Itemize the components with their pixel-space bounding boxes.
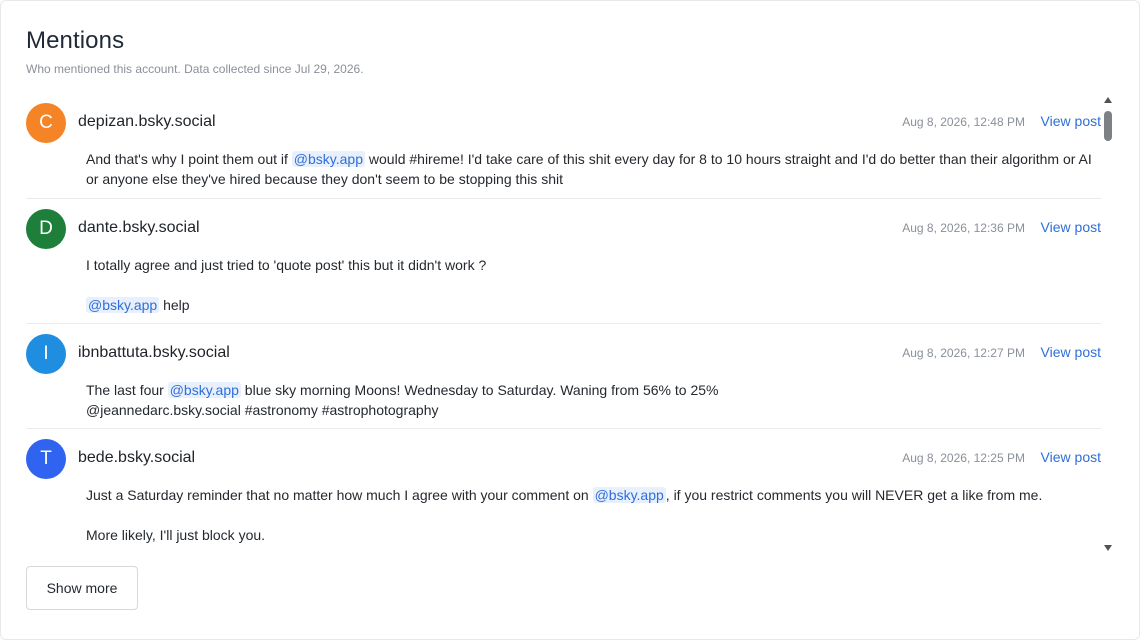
post-text-segment: blue sky morning Moons! Wednesday to Sat…: [240, 382, 719, 398]
post-text-segment: Just a Saturday reminder that no matter …: [86, 487, 593, 503]
avatar[interactable]: D: [26, 209, 66, 249]
post-text: And that's why I point them out if @bsky…: [86, 149, 1101, 189]
view-post-link[interactable]: View post: [1041, 219, 1101, 235]
mention-item: I ibnbattuta.bsky.social Aug 8, 2026, 12…: [26, 324, 1101, 429]
show-more-button[interactable]: Show more: [26, 566, 138, 610]
post-paragraph: Just a Saturday reminder that no matter …: [86, 485, 1101, 505]
post-paragraph: And that's why I point them out if @bsky…: [86, 149, 1101, 189]
avatar[interactable]: C: [26, 103, 66, 143]
post-text-segment: help: [159, 297, 190, 313]
page-title: Mentions: [26, 27, 125, 54]
post-paragraph: @bsky.app help: [86, 295, 1101, 315]
author-handle: ibnbattuta.bsky.social: [78, 344, 230, 361]
post-timestamp: Aug 8, 2026, 12:48 PM: [902, 115, 1025, 129]
mention-item: D dante.bsky.social Aug 8, 2026, 12:36 P…: [26, 199, 1101, 324]
post-timestamp: Aug 8, 2026, 12:25 PM: [902, 451, 1025, 465]
author-handle: depizan.bsky.social: [78, 113, 216, 130]
post-paragraph: I totally agree and just tried to 'quote…: [86, 257, 487, 273]
scrollbar-thumb[interactable]: [1104, 111, 1112, 141]
post-paragraph: More likely, I'll just block you.: [86, 527, 266, 543]
post-text-segment: The last four: [86, 382, 168, 398]
view-post-link[interactable]: View post: [1041, 344, 1101, 360]
post-timestamp: Aug 8, 2026, 12:27 PM: [902, 346, 1025, 360]
mention-tag[interactable]: @bsky.app: [291, 151, 366, 167]
mentions-list[interactable]: C depizan.bsky.social Aug 8, 2026, 12:48…: [26, 93, 1101, 551]
scroll-up-arrow-icon[interactable]: [1104, 97, 1112, 103]
avatar[interactable]: T: [26, 439, 66, 479]
post-text: Just a Saturday reminder that no matter …: [86, 485, 1101, 545]
post-timestamp: Aug 8, 2026, 12:36 PM: [902, 221, 1025, 235]
post-paragraph: The last four @bsky.app blue sky morning…: [86, 380, 1101, 400]
mention-item: C depizan.bsky.social Aug 8, 2026, 12:48…: [26, 93, 1101, 199]
page-subtitle: Who mentioned this account. Data collect…: [26, 62, 364, 76]
mention-tag[interactable]: @bsky.app: [167, 382, 241, 398]
mention-tag[interactable]: @bsky.app: [592, 487, 666, 503]
avatar[interactable]: I: [26, 334, 66, 374]
author-handle: bede.bsky.social: [78, 449, 196, 466]
view-post-link[interactable]: View post: [1041, 449, 1101, 465]
scroll-down-arrow-icon[interactable]: [1104, 545, 1112, 551]
post-text-segment: , if you restrict comments you will NEVE…: [665, 487, 1043, 503]
post-text: The last four @bsky.app blue sky morning…: [86, 380, 1101, 420]
author-handle: dante.bsky.social: [78, 219, 200, 236]
mention-tag[interactable]: @bsky.app: [86, 297, 160, 313]
scrollbar[interactable]: [1102, 97, 1115, 551]
mention-item: T bede.bsky.social Aug 8, 2026, 12:25 PM…: [26, 429, 1101, 551]
post-text-segment: And that's why I point them out if: [86, 151, 292, 167]
view-post-link[interactable]: View post: [1041, 113, 1101, 129]
mentions-panel: Mentions Who mentioned this account. Dat…: [0, 0, 1140, 640]
post-text: I totally agree and just tried to 'quote…: [86, 255, 1101, 315]
post-paragraph: @jeannedarc.bsky.social #astronomy #astr…: [86, 402, 439, 418]
